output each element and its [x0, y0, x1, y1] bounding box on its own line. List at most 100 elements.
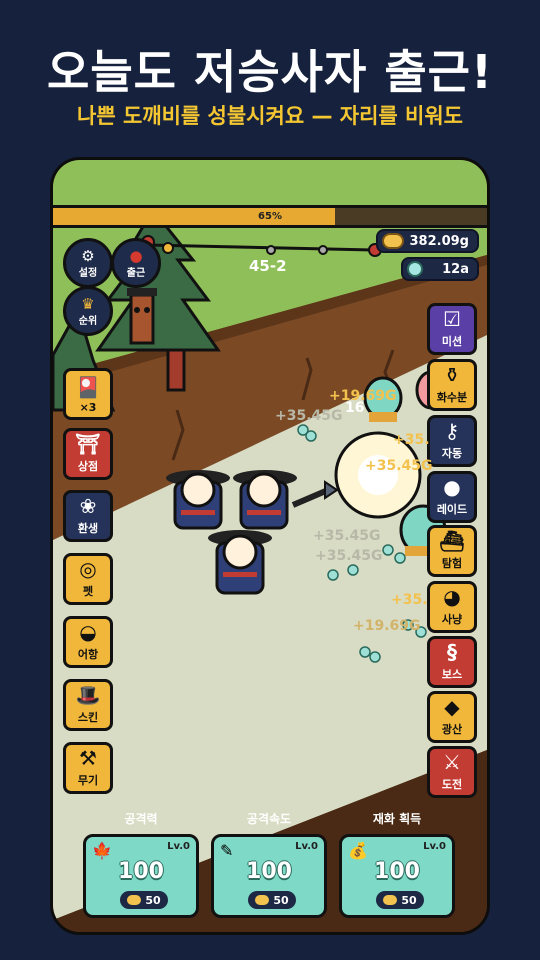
upgrade-cost-button[interactable]: 50 [248, 891, 296, 909]
right-menu-label: 사냥 [441, 613, 463, 626]
right-menu-item[interactable]: ◆ 광산 [427, 691, 477, 743]
right-menu-item[interactable]: ⚷ 자동 [427, 415, 477, 467]
gold-counter: 382.09g [375, 229, 479, 253]
sun-badge-icon: ● [129, 246, 143, 265]
damage-text: +35.45G [365, 458, 433, 474]
right-menu-label: 미션 [441, 335, 463, 348]
gold-value: 382.09g [409, 233, 469, 249]
upgrade-value: 100 [246, 859, 292, 884]
fishbowl-icon: ◒ [79, 620, 97, 644]
right-menu-label: 탐험 [441, 557, 463, 570]
left-menu-label: 무기 [77, 774, 99, 787]
money-bag-icon: 💰 [348, 841, 368, 860]
left-menu-item[interactable]: ❀ 환생 [63, 490, 113, 542]
left-menu-label: 어항 [77, 648, 99, 661]
left-menu-item[interactable]: ⛩ 상점 [63, 428, 113, 480]
lotus-icon: ❀ [79, 494, 97, 518]
crown-icon: ♛ [81, 294, 95, 313]
right-menu-item[interactable]: ● 레이드 [427, 471, 477, 523]
gold-coin-icon [255, 895, 270, 905]
left-menu-item[interactable]: 🎴 ×3 [63, 368, 113, 420]
damage-text: 16 [345, 400, 365, 416]
left-menu-label: ×3 [79, 401, 97, 414]
upgrade-card[interactable]: ✎ Lv.0 100 50 [211, 834, 327, 918]
upgrade-cost: 50 [401, 893, 417, 907]
left-menu-item[interactable]: ◒ 어항 [63, 616, 113, 668]
damage-text: +35.45G [313, 528, 381, 544]
shop-icon: ⛩ [75, 432, 101, 456]
snake-icon: § [447, 640, 457, 664]
right-menu-item[interactable]: ⚱ 화수분 [427, 359, 477, 411]
progress-label: 65% [258, 211, 282, 222]
right-menu-item[interactable]: ◕ 사냥 [427, 581, 477, 633]
gem-value: 12a [442, 261, 469, 277]
promo-title: 오늘도 저승사자 출근! [47, 45, 493, 99]
right-menu-item[interactable]: ☑ 미션 [427, 303, 477, 355]
pot-icon: ⚱ [443, 363, 461, 387]
reaper [233, 470, 297, 530]
feather-icon: ✎ [220, 841, 234, 860]
right-menu-label: 자동 [441, 447, 463, 460]
crystal-icon: ◆ [444, 695, 460, 719]
gear-icon: ⚙ [81, 246, 95, 265]
reaper [166, 470, 230, 530]
totem-pole [127, 288, 157, 345]
right-menu-item[interactable]: ⛴ 탐험 [427, 525, 477, 577]
left-menu-item[interactable]: ⚒ 무기 [63, 742, 113, 794]
right-menu-label: 레이드 [436, 503, 468, 516]
ghost-icon: ◕ [443, 585, 461, 609]
attendance-label: 출근 [126, 267, 146, 279]
cards-icon: 🎴 [75, 375, 101, 399]
right-menu-label: 화수분 [436, 391, 468, 404]
upgrade-level: Lv.0 [295, 841, 318, 852]
pet-icon: ◎ [79, 557, 97, 581]
phone-frame: 65% 45-2 382.09g 12a ⚙ 설정 ● 출근 ♛ 순위 🎴 ×3 ⛩… [50, 157, 490, 935]
damage-text: +19.69G [353, 618, 421, 634]
hat-icon: 🎩 [75, 683, 101, 707]
stage-progress-bar: 65% [53, 205, 487, 228]
right-menu-label: 보스 [441, 668, 463, 681]
stage-label: 45-2 [249, 257, 287, 275]
right-menu-item[interactable]: ⚔ 도전 [427, 746, 477, 798]
soul-orb-icon [407, 261, 423, 277]
upgrade-value: 100 [374, 859, 420, 884]
sword-icon: ⚔ [443, 750, 461, 774]
upgrade-cost-button[interactable]: 50 [120, 891, 168, 909]
upgrade-cost-button[interactable]: 50 [376, 891, 424, 909]
gem-counter: 12a [401, 257, 479, 281]
left-menu-item[interactable]: 🎩 스킨 [63, 679, 113, 731]
upgrade-level: Lv.0 [167, 841, 190, 852]
upgrade-title: 재화 획득 [372, 812, 422, 826]
damage-text: +35. [393, 432, 430, 448]
attendance-button[interactable]: ● 출근 [111, 238, 161, 288]
damage-text: +35. [391, 592, 428, 608]
upgrade-title: 공격력 [124, 812, 158, 826]
upgrade-card[interactable]: 💰 Lv.0 100 50 [339, 834, 455, 918]
gold-coin-icon [383, 895, 398, 905]
right-menu-label: 도전 [441, 778, 463, 791]
gold-coin-icon [381, 233, 404, 249]
upgrade-card[interactable]: 🍁 Lv.0 100 50 [83, 834, 199, 918]
left-menu-label: 상점 [77, 460, 99, 473]
ranking-label: 순위 [78, 315, 98, 327]
maple-leaf-icon: 🍁 [92, 841, 112, 860]
reaper [208, 530, 272, 595]
left-menu-item[interactable]: ◎ 펫 [63, 553, 113, 605]
ship-icon: ⛴ [439, 529, 465, 553]
ranking-button[interactable]: ♛ 순위 [63, 286, 113, 336]
upgrade-title: 공격속도 [246, 812, 292, 826]
right-menu-label: 광산 [441, 723, 463, 736]
gold-coin-icon [127, 895, 142, 905]
key-icon: ⚷ [444, 419, 460, 443]
settings-button[interactable]: ⚙ 설정 [63, 238, 113, 288]
upgrade-cost: 50 [145, 893, 161, 907]
damage-text: +35.45G [275, 408, 343, 424]
settings-label: 설정 [78, 267, 98, 279]
left-menu-label: 환생 [77, 522, 99, 535]
checklist-icon: ☑ [443, 307, 461, 331]
upgrade-level: Lv.0 [423, 841, 446, 852]
right-menu-item[interactable]: § 보스 [427, 636, 477, 688]
upgrade-value: 100 [118, 859, 164, 884]
weapon-icon: ⚒ [79, 746, 97, 770]
promo-subtitle: 나쁜 도깨비를 성불시켜요 — 자리를 비워도 [77, 104, 463, 128]
